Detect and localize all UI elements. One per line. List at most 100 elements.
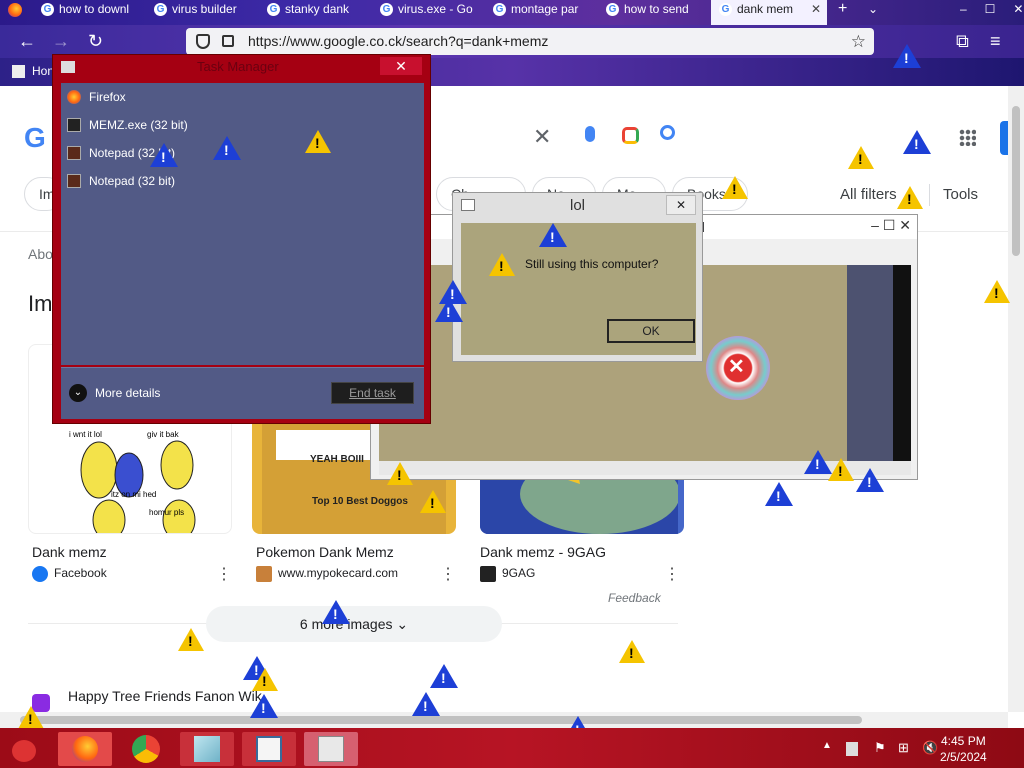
lens-icon[interactable] <box>622 127 639 144</box>
tab-1[interactable]: Ghow to downl <box>33 0 143 25</box>
task-manager-window[interactable]: Task Manager ✕ Firefox MEMZ.exe (32 bit)… <box>52 54 431 424</box>
task-manager-footer: ⌄ More details End task <box>61 367 424 419</box>
dialog-message: Still using this computer? <box>525 257 659 271</box>
tab-label: how to send <box>624 2 689 16</box>
extensions-icon[interactable]: ⧉ <box>956 25 969 58</box>
shield-icon[interactable] <box>196 34 210 49</box>
tab-3[interactable]: Gstanky dank <box>259 0 369 25</box>
tab-active[interactable]: Gdank mem ✕ <box>711 0 827 25</box>
all-filters-button[interactable]: All filters <box>840 186 897 203</box>
more-options-icon[interactable]: ⋮ <box>216 564 232 584</box>
error-icon: ✕ <box>706 336 770 400</box>
end-task-button[interactable]: End task <box>331 382 414 404</box>
taskbar-chrome[interactable] <box>120 732 174 766</box>
apps-grid-icon[interactable] <box>959 129 976 146</box>
warning-icon <box>250 694 278 718</box>
google-icon: G <box>267 3 280 16</box>
process-row[interactable]: MEMZ.exe (32 bit) <box>67 115 188 135</box>
result-title[interactable]: Happy Tree Friends Fanon Wik <box>68 688 262 704</box>
scroll-thumb[interactable] <box>20 716 862 724</box>
network-icon[interactable]: ⊞ <box>898 740 909 756</box>
bookmark-star-icon[interactable]: ☆ <box>851 28 866 55</box>
dialog-title: lol <box>569 197 585 214</box>
url-text: https://www.google.co.ck/search?q=dank+m… <box>248 33 549 49</box>
google-icon: G <box>41 3 54 16</box>
new-tab-button[interactable]: + <box>832 0 856 25</box>
glitched-region <box>847 265 893 461</box>
card-text: YEAH BOIII <box>310 454 364 465</box>
process-name: MEMZ.exe (32 bit) <box>89 118 188 132</box>
google-logo[interactable]: G <box>24 122 46 154</box>
warning-icon <box>765 482 793 506</box>
process-row[interactable]: Firefox <box>67 87 126 107</box>
search-icon[interactable] <box>660 125 675 140</box>
lock-icon[interactable] <box>222 35 234 47</box>
app-icon <box>67 118 81 132</box>
address-bar[interactable]: https://www.google.co.ck/search?q=dank+m… <box>186 28 874 55</box>
process-row[interactable]: Notepad (32 bit) <box>67 171 175 191</box>
warning-icon <box>903 130 931 154</box>
clock[interactable]: 4:45 PM 2/5/2024 <box>940 733 987 765</box>
taskbar-app[interactable] <box>180 732 234 766</box>
warning-icon <box>848 146 874 169</box>
lol-dialog[interactable]: lol ✕ Still using this computer? OK <box>452 192 703 362</box>
taskbar-notepad[interactable] <box>242 732 296 766</box>
card-title[interactable]: Dank memz - 9GAG <box>480 544 606 560</box>
source-label: www.mypokecard.com <box>278 566 399 580</box>
warning-icon <box>893 44 921 68</box>
start-icon[interactable] <box>12 740 36 762</box>
taskbar-task-manager[interactable] <box>304 732 358 766</box>
vertical-scrollbar[interactable] <box>893 265 911 461</box>
sign-in-button[interactable] <box>1000 121 1008 155</box>
ok-button[interactable]: OK <box>607 319 695 343</box>
more-options-icon[interactable]: ⋮ <box>664 564 680 584</box>
more-images-button[interactable]: 6 more images ⌄ <box>206 606 502 642</box>
tab-bar: Ghow to downl Gvirus builder Gstanky dan… <box>0 0 1024 25</box>
process-name: Firefox <box>89 90 126 104</box>
tab-4[interactable]: Gvirus.exe - Go <box>372 0 482 25</box>
volume-icon[interactable]: 🔇 <box>922 740 938 756</box>
tab-label: stanky dank <box>285 2 350 16</box>
list-tabs-icon[interactable]: ⌄ <box>864 0 888 25</box>
9gag-icon <box>480 566 496 582</box>
tab-5[interactable]: Gmontage par <box>485 0 595 25</box>
tab-6[interactable]: Ghow to send <box>598 0 708 25</box>
window-controls[interactable]: – ☐ ✕ <box>871 217 911 234</box>
more-details-button[interactable]: ⌄ More details <box>69 384 160 402</box>
chevron-up-icon[interactable]: ▲ <box>822 740 832 751</box>
tab-2[interactable]: Gvirus builder <box>146 0 256 25</box>
close-button[interactable]: ✕ <box>666 195 696 215</box>
card-title[interactable]: Pokemon Dank Memz <box>256 544 394 560</box>
window-controls[interactable]: –☐✕ <box>950 0 1024 25</box>
warning-icon <box>412 692 440 716</box>
flag-icon[interactable]: ⚑ <box>874 740 886 756</box>
scroll-thumb[interactable] <box>1012 106 1020 256</box>
card-source[interactable]: www.mypokecard.com <box>256 566 399 582</box>
back-icon[interactable]: ← <box>18 25 36 58</box>
device-icon[interactable] <box>846 742 858 756</box>
warning-icon <box>856 468 884 492</box>
horizontal-scrollbar[interactable] <box>0 712 1008 728</box>
card-title[interactable]: Dank memz <box>32 544 107 560</box>
vertical-scrollbar[interactable] <box>1008 86 1024 712</box>
firefox-menu[interactable] <box>0 0 30 25</box>
menu-icon[interactable]: ≡ <box>990 25 1001 58</box>
tools-button[interactable]: Tools <box>943 186 978 203</box>
result-stats: Abo <box>28 246 53 262</box>
date-label: 2/5/2024 <box>940 750 987 764</box>
bookmark-item[interactable]: Hon <box>32 64 54 78</box>
clear-search-icon[interactable]: ✕ <box>533 124 551 150</box>
more-options-icon[interactable]: ⋮ <box>440 564 456 584</box>
tab-label: dank mem <box>737 2 794 16</box>
card-source[interactable]: Facebook <box>32 566 107 582</box>
process-list: Firefox MEMZ.exe (32 bit) Notepad (32 bi… <box>61 83 424 365</box>
taskbar-firefox[interactable] <box>58 732 112 766</box>
card-source[interactable]: 9GAG <box>480 566 536 582</box>
dialog-titlebar[interactable]: lol <box>453 193 702 219</box>
microphone-icon[interactable] <box>585 126 595 142</box>
close-tab-icon[interactable]: ✕ <box>811 0 821 18</box>
task-manager-icon <box>318 736 344 762</box>
source-label: 9GAG <box>502 566 536 580</box>
close-button[interactable]: ✕ <box>380 57 422 75</box>
feedback-link[interactable]: Feedback <box>608 591 661 605</box>
